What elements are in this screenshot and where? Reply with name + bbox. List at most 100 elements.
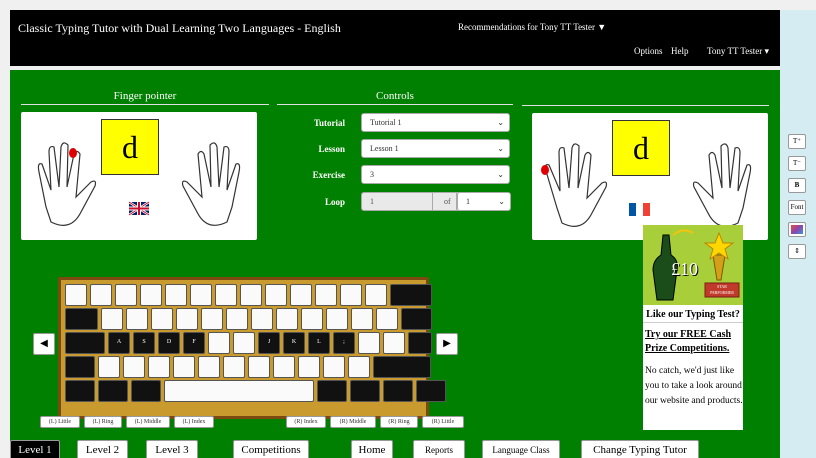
keyboard-key xyxy=(317,380,347,402)
keyboard-key xyxy=(65,332,105,354)
keyboard-keys: A S D F J K L; xyxy=(61,280,446,416)
second-pointer-heading xyxy=(522,90,769,106)
tab-level-2[interactable]: Level 2 xyxy=(77,440,128,458)
lesson-select[interactable]: Lesson 1 ⌄ xyxy=(361,139,510,158)
keyboard-key xyxy=(198,356,220,378)
keyboard-key xyxy=(131,380,161,402)
menu-options[interactable]: Options xyxy=(634,46,663,56)
keyboard-key xyxy=(190,284,212,306)
tab-competitions[interactable]: Competitions xyxy=(233,440,309,458)
keyboard-key xyxy=(65,380,95,402)
exercise-value: 3 xyxy=(370,170,374,179)
keyboard-key xyxy=(326,308,348,330)
keyboard-key xyxy=(215,284,237,306)
keyboard-key xyxy=(208,332,230,354)
finger-button-left-ring[interactable]: (L) Ring xyxy=(84,416,122,428)
finger-button-left-little[interactable]: (L) Little xyxy=(40,416,80,428)
keyboard-key xyxy=(315,284,337,306)
finger-button-right-middle[interactable]: (R) Middle xyxy=(330,416,376,428)
tutorial-value: Tutorial 1 xyxy=(370,118,402,127)
keyboard-key xyxy=(126,308,148,330)
font-button[interactable]: Font xyxy=(788,200,806,215)
previous-arrow-button[interactable]: ◀ xyxy=(33,333,55,355)
keyboard-key xyxy=(140,284,162,306)
keyboard-home-key: K xyxy=(283,332,305,354)
keyboard-key xyxy=(273,356,295,378)
finger-button-right-index[interactable]: (R) Index xyxy=(286,416,326,428)
tab-reports[interactable]: Reports xyxy=(413,440,465,458)
menu-help[interactable]: Help xyxy=(671,46,689,56)
keyboard-home-key: L xyxy=(308,332,330,354)
tutorial-select[interactable]: Tutorial 1 ⌄ xyxy=(361,113,510,132)
finger-button-right-ring[interactable]: (R) Ring xyxy=(380,416,418,428)
keyboard-key xyxy=(165,284,187,306)
tab-level-3[interactable]: Level 3 xyxy=(146,440,198,458)
keyboard-key xyxy=(148,356,170,378)
tab-home[interactable]: Home xyxy=(351,440,393,458)
keyboard-key xyxy=(123,356,145,378)
keyboard-key xyxy=(298,356,320,378)
chevron-down-icon: ⌄ xyxy=(498,197,505,206)
ad-heading: Like our Typing Test? xyxy=(646,309,740,320)
competitions-link[interactable]: Try our FREE Cash Prize Competitions. xyxy=(645,328,741,356)
page-margin xyxy=(0,0,10,458)
keyboard-key xyxy=(65,284,87,306)
recommendations-link[interactable]: Recommendations for Tony TT Tester ▼ xyxy=(458,22,606,32)
lesson-value: Lesson 1 xyxy=(370,144,399,153)
accessibility-toolbar: T⁺ T⁻ B Font ⇕ xyxy=(780,10,816,458)
keyboard-key xyxy=(323,356,345,378)
loop-total-select[interactable]: 1 ⌄ xyxy=(457,192,511,211)
increase-text-size-button[interactable]: T⁺ xyxy=(788,134,806,149)
target-letter: d xyxy=(101,119,159,175)
prize-amount: £10 xyxy=(671,259,698,279)
divider xyxy=(432,193,433,210)
finger-button-left-middle[interactable]: (L) Middle xyxy=(126,416,170,428)
chevron-down-icon: ⌄ xyxy=(497,170,504,179)
keyboard-key xyxy=(373,356,431,378)
keyboard-key xyxy=(358,332,380,354)
keyboard-key xyxy=(226,308,248,330)
finger-button-left-index[interactable]: (L) Index xyxy=(174,416,214,428)
keyboard-key xyxy=(383,380,413,402)
keyboard-key xyxy=(248,356,270,378)
finger-button-right-little[interactable]: (R) Little xyxy=(422,416,464,428)
next-arrow-button[interactable]: ▶ xyxy=(436,333,458,355)
keyboard-key xyxy=(290,284,312,306)
menu-user[interactable]: Tony TT Tester ▾ xyxy=(707,46,769,57)
keyboard-key xyxy=(65,356,95,378)
tab-language-class[interactable]: Language Class xyxy=(482,440,560,458)
color-picker-button[interactable] xyxy=(788,222,806,237)
keyboard-key xyxy=(351,308,373,330)
keyboard-home-key: J xyxy=(258,332,280,354)
keyboard-key xyxy=(201,308,223,330)
target-letter-second: d xyxy=(612,120,670,176)
line-spacing-button[interactable]: ⇕ xyxy=(788,244,806,259)
keyboard-key xyxy=(340,284,362,306)
second-pointer-panel: d xyxy=(532,113,768,240)
keyboard-key xyxy=(390,284,432,306)
tab-change-typing-tutor[interactable]: Change Typing Tutor xyxy=(581,440,699,458)
keyboard-key xyxy=(265,284,287,306)
keyboard-key xyxy=(176,308,198,330)
keyboard-key xyxy=(251,308,273,330)
loop-of-label: of xyxy=(444,197,451,206)
exercise-select[interactable]: 3 ⌄ xyxy=(361,165,510,184)
keyboard-key xyxy=(301,308,323,330)
uk-flag-icon xyxy=(128,200,150,217)
keyboard-key xyxy=(416,380,446,402)
finger-pointer-heading: Finger pointer xyxy=(21,90,269,105)
loop-label: Loop xyxy=(324,197,345,207)
keyboard-key xyxy=(350,380,380,402)
keyboard-home-key: F xyxy=(183,332,205,354)
prize-graphic[interactable]: £10 STAR PERFORMER xyxy=(643,225,743,305)
french-flag-icon xyxy=(629,203,650,216)
exercise-label: Exercise xyxy=(312,170,345,180)
finger-pointer-panel: d xyxy=(21,112,257,240)
bold-text-button[interactable]: B xyxy=(788,178,806,193)
controls-heading: Controls xyxy=(277,90,513,105)
palette-icon xyxy=(791,225,803,234)
tab-level-1[interactable]: Level 1 xyxy=(10,440,60,458)
chevron-down-icon: ⌄ xyxy=(497,144,504,153)
keyboard-key xyxy=(383,332,405,354)
decrease-text-size-button[interactable]: T⁻ xyxy=(788,156,806,171)
